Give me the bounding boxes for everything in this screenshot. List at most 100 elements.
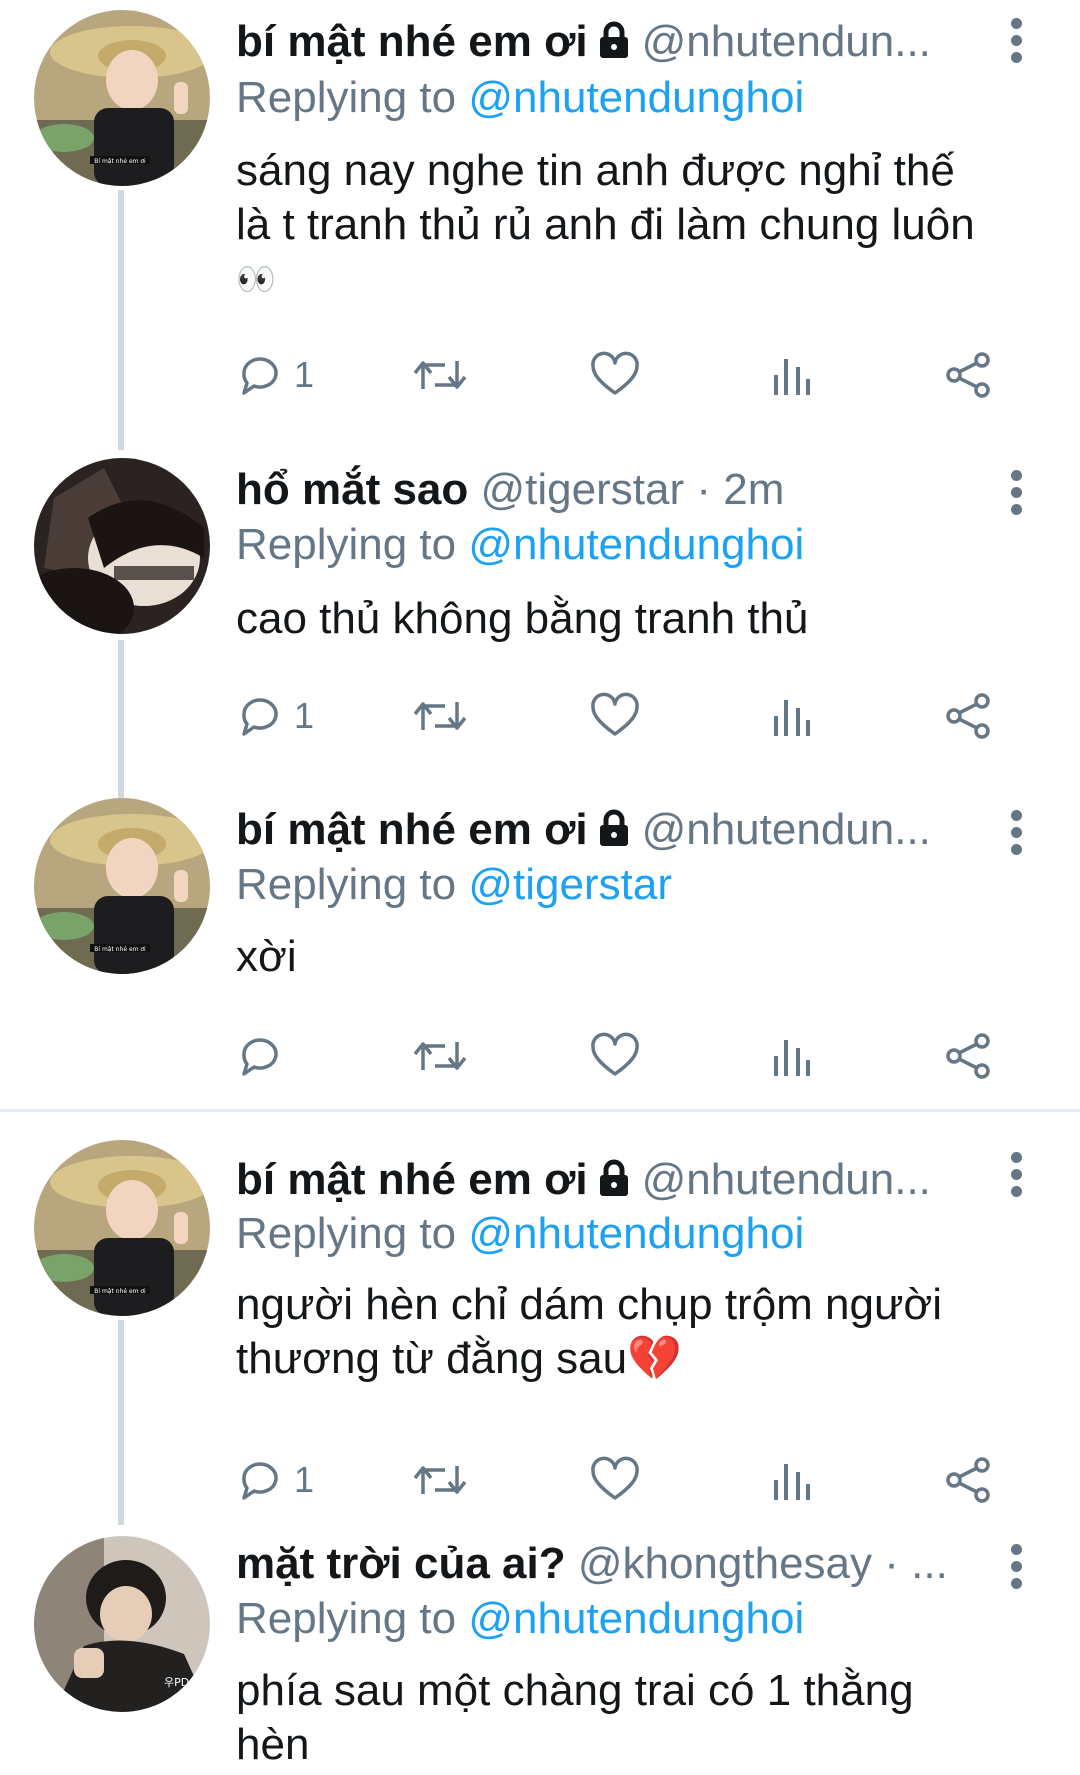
- tweet-header: hổ mắt sao @tigerstar · 2m: [236, 462, 970, 518]
- share-icon: [946, 1457, 990, 1503]
- analytics-icon: [774, 1040, 810, 1076]
- mention-link[interactable]: @tigerstar: [468, 860, 672, 909]
- tweet-header: bí mật nhé em ơi @nhutendun...: [236, 14, 970, 70]
- avatar-caption: 우PD: [164, 1676, 189, 1689]
- tweet-text-line: xời: [236, 932, 297, 981]
- display-name[interactable]: mặt trời của ai?: [236, 1539, 566, 1588]
- tweet-text: cao thủ không bằng tranh thủ: [236, 592, 1036, 646]
- tweet-actions: [236, 1026, 1006, 1086]
- more-icon[interactable]: [1008, 470, 1024, 520]
- tweet-text: người hèn chỉ dám chụp trộm người thương…: [236, 1278, 1036, 1386]
- tweet-text-line: hèn: [236, 1720, 310, 1769]
- share-button[interactable]: [944, 1450, 994, 1510]
- handle[interactable]: @nhutendun...: [642, 805, 931, 854]
- reply-icon: [242, 1462, 278, 1500]
- mention-link[interactable]: @nhutendunghoi: [468, 73, 804, 122]
- like-button[interactable]: [590, 1026, 640, 1086]
- reply-count: 1: [294, 354, 315, 395]
- handle[interactable]: @nhutendun...: [642, 17, 931, 66]
- tweet[interactable]: Bí mật nhé em ơi bí mật nhé em ơi @nhuten…: [0, 1112, 1080, 1522]
- lock-icon: [594, 18, 634, 70]
- analytics-button[interactable]: [770, 345, 814, 405]
- avatar[interactable]: 우PD: [34, 1536, 210, 1712]
- avatar[interactable]: [34, 458, 210, 634]
- like-icon: [591, 351, 639, 395]
- retweet-button[interactable]: [411, 345, 469, 405]
- tweet-text: xời: [236, 930, 1036, 984]
- handle[interactable]: @khongthesay · ...: [578, 1539, 948, 1588]
- reply-icon: [242, 1038, 278, 1076]
- more-icon[interactable]: [1008, 18, 1024, 68]
- handle[interactable]: @nhutendun...: [642, 1155, 931, 1204]
- replying-to-label: Replying to: [236, 1209, 457, 1258]
- like-button[interactable]: [590, 345, 640, 405]
- avatar-caption: Bí mật nhé em ơi: [94, 946, 146, 953]
- tweet-text-line: người hèn chỉ dám chụp trộm người: [236, 1280, 943, 1329]
- more-icon[interactable]: [1008, 810, 1024, 860]
- like-icon: [591, 1456, 639, 1500]
- tweet-text: phía sau một chàng trai có 1 thằng hèn: [236, 1664, 1036, 1772]
- analytics-icon: [774, 359, 810, 395]
- analytics-button[interactable]: [770, 1026, 814, 1086]
- share-icon: [946, 693, 990, 739]
- tweet-text: sáng nay nghe tin anh được nghỉ thế là t…: [236, 144, 1036, 306]
- mention-link[interactable]: @nhutendunghoi: [468, 1209, 804, 1258]
- reply-button[interactable]: [236, 1026, 284, 1086]
- tweet-actions: 1: [236, 345, 1006, 405]
- replying-to: Replying to @nhutendunghoi: [236, 1591, 804, 1647]
- avatar[interactable]: Bí mật nhé em ơi: [34, 10, 210, 186]
- lock-icon: [594, 1156, 634, 1208]
- tweet-text-line: thương từ đằng sau💔: [236, 1334, 682, 1383]
- replying-to: Replying to @tigerstar: [236, 857, 672, 913]
- replying-to-label: Replying to: [236, 860, 457, 909]
- tweet-actions: 1: [236, 1450, 1006, 1510]
- analytics-button[interactable]: [770, 686, 814, 746]
- reply-icon: [242, 698, 278, 736]
- like-button[interactable]: [590, 686, 640, 746]
- reply-button[interactable]: 1: [236, 686, 314, 746]
- like-button[interactable]: [590, 1450, 640, 1510]
- replying-to: Replying to @nhutendunghoi: [236, 70, 804, 126]
- more-icon[interactable]: [1008, 1152, 1024, 1202]
- retweet-button[interactable]: [411, 1450, 469, 1510]
- share-button[interactable]: [944, 345, 994, 405]
- avatar[interactable]: Bí mật nhé em ơi: [34, 1140, 210, 1316]
- analytics-icon: [774, 1464, 810, 1500]
- replying-to-label: Replying to: [236, 1594, 457, 1643]
- like-icon: [591, 1032, 639, 1076]
- display-name[interactable]: bí mật nhé em ơi: [236, 1155, 588, 1204]
- share-icon: [946, 352, 990, 398]
- tweet-text-line: phía sau một chàng trai có 1 thằng: [236, 1666, 914, 1715]
- more-icon[interactable]: [1008, 1544, 1024, 1594]
- tweet[interactable]: 우PD mặt trời của ai? @khongthesay · ... …: [0, 1522, 1080, 1775]
- display-name[interactable]: hổ mắt sao: [236, 465, 468, 514]
- tweet-text-line: cao thủ không bằng tranh thủ: [236, 594, 809, 643]
- analytics-button[interactable]: [770, 1450, 814, 1510]
- share-button[interactable]: [944, 1026, 994, 1086]
- reply-button[interactable]: 1: [236, 1450, 314, 1510]
- avatar-caption: Bí mật nhé em ơi: [94, 158, 146, 165]
- handle[interactable]: @tigerstar · 2m: [481, 465, 785, 514]
- reply-count: 1: [294, 695, 315, 736]
- display-name[interactable]: bí mật nhé em ơi: [236, 805, 588, 854]
- tweet-text-line: 👀: [236, 261, 276, 297]
- avatar[interactable]: Bí mật nhé em ơi: [34, 798, 210, 974]
- share-icon: [946, 1033, 990, 1079]
- retweet-button[interactable]: [411, 686, 469, 746]
- reply-count: 1: [294, 1459, 315, 1500]
- replying-to: Replying to @nhutendunghoi: [236, 517, 804, 573]
- analytics-icon: [774, 700, 810, 736]
- tweet[interactable]: hổ mắt sao @tigerstar · 2m Replying to @…: [0, 440, 1080, 780]
- lock-icon: [594, 806, 634, 858]
- share-button[interactable]: [944, 686, 994, 746]
- mention-link[interactable]: @nhutendunghoi: [468, 1594, 804, 1643]
- mention-link[interactable]: @nhutendunghoi: [468, 520, 804, 569]
- tweet[interactable]: Bí mật nhé em ơi bí mật nhé em ơi @nhuten…: [0, 0, 1080, 440]
- retweet-icon: [413, 702, 467, 730]
- reply-button[interactable]: 1: [236, 345, 314, 405]
- tweet[interactable]: Bí mật nhé em ơi bí mật nhé em ơi @nhuten…: [0, 780, 1080, 1110]
- retweet-button[interactable]: [411, 1026, 469, 1086]
- retweet-icon: [413, 1042, 467, 1070]
- replying-to-label: Replying to: [236, 73, 457, 122]
- display-name[interactable]: bí mật nhé em ơi: [236, 17, 588, 66]
